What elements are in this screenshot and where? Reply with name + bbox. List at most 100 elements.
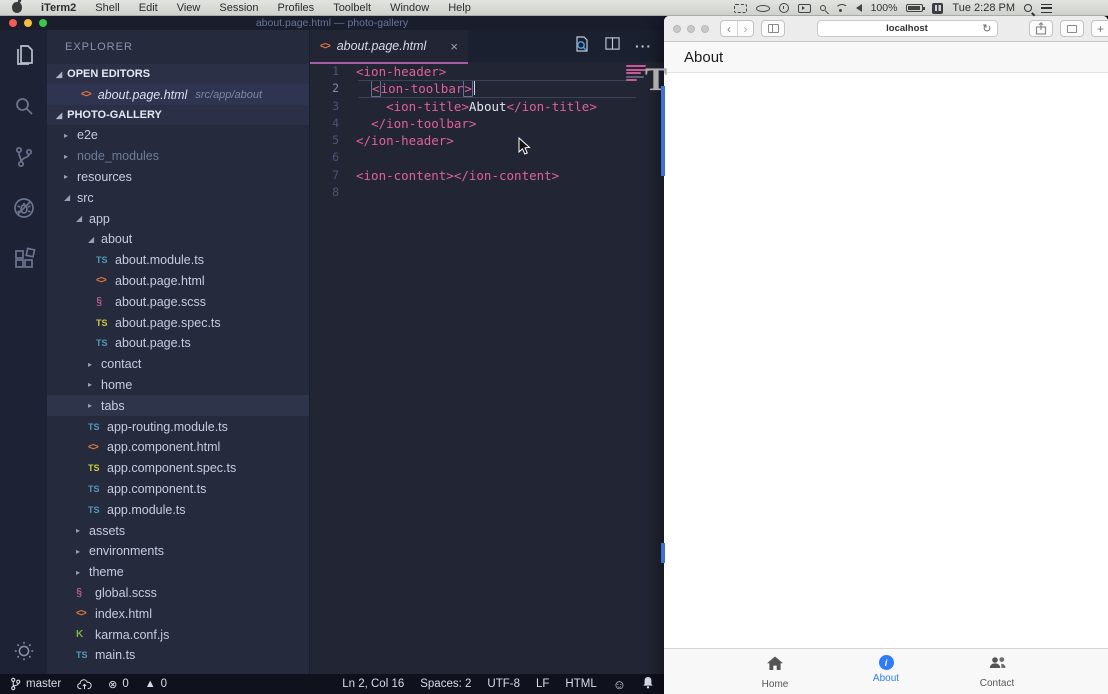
tree-item-global-scss[interactable]: §global.scss [47,583,309,604]
project-section-header[interactable]: ◢ PHOTO-GALLERY [47,105,309,125]
menu-toolbelt[interactable]: Toolbelt [333,2,371,14]
menu-window[interactable]: Window [390,2,429,14]
battery-icon[interactable] [906,4,923,12]
search-icon[interactable] [11,93,37,119]
status-utf-8[interactable]: UTF-8 [487,678,520,690]
error-count[interactable]: ⊗0 [108,678,129,691]
zoom-window-button[interactable] [701,25,709,33]
code-line-3[interactable]: 3 <ion-title>About</ion-title> [310,98,664,115]
time-machine-icon[interactable] [779,3,789,13]
notification-center-icon[interactable] [1041,4,1052,13]
minimize-window-button[interactable] [687,25,695,33]
menu-view[interactable]: View [177,2,201,14]
tree-item-node-modules[interactable]: ▸node_modules [47,146,309,167]
tree-item-assets[interactable]: ▸assets [47,520,309,541]
split-editor-icon[interactable] [605,36,620,56]
tree-item-e2e[interactable]: ▸e2e [47,125,309,146]
tree-item-app-component-spec-ts[interactable]: TSapp.component.spec.ts [47,458,309,479]
tab-overview-button[interactable] [1060,20,1084,37]
tree-item-about-page-spec-ts[interactable]: TSabout.page.spec.ts [47,312,309,333]
tree-item-app[interactable]: ◢app [47,208,309,229]
tree-item-about-page-ts[interactable]: TSabout.page.ts [47,333,309,354]
menu-session[interactable]: Session [219,2,258,14]
code-line-2[interactable]: 2 <ion-toolbar> [310,80,664,97]
menubar-clock[interactable]: Tue 2:28 PM [952,2,1015,14]
status-spaces-2[interactable]: Spaces: 2 [420,678,471,690]
ionic-tab-home[interactable]: Home [730,655,820,690]
menu-profiles[interactable]: Profiles [278,2,315,14]
open-editors-header[interactable]: ◢ OPEN EDITORS [47,64,309,84]
tree-item-src[interactable]: ◢src [47,187,309,208]
sidebar-toggle-button[interactable] [761,20,785,37]
status-ln-2-col-16[interactable]: Ln 2, Col 16 [342,678,404,690]
tab-about-page-html[interactable]: <> about.page.html × [310,30,468,62]
feedback-smiley-icon[interactable]: ☺ [613,677,626,692]
explorer-icon[interactable] [11,42,37,68]
vscode-titlebar[interactable]: about.page.html — photo-gallery [0,16,664,30]
code-line-1[interactable]: 1<ion-header> [310,63,664,80]
keychain-icon[interactable] [820,5,826,11]
refresh-icon[interactable]: ↻ [982,22,991,35]
open-preview-icon[interactable] [574,36,590,57]
input-source-icon[interactable] [932,3,943,14]
code-editor[interactable]: 1<ion-header>2 <ion-toolbar>3 <ion-title… [310,62,664,674]
forward-button[interactable]: › [737,21,753,36]
tree-item-about[interactable]: ◢about [47,229,309,250]
tree-item-about-module-ts[interactable]: TSabout.module.ts [47,250,309,271]
status-lf[interactable]: LF [536,678,549,690]
debug-icon[interactable] [11,195,37,221]
tree-item-resources[interactable]: ▸resources [47,167,309,188]
tree-item-app-component-html[interactable]: <>app.component.html [47,437,309,458]
back-button[interactable]: ‹ [721,21,737,36]
share-button[interactable] [1029,20,1053,37]
menu-iterm2[interactable]: iTerm2 [41,2,76,14]
tree-item-main-ts[interactable]: TSmain.ts [47,645,309,666]
more-actions-icon[interactable]: ··· [635,38,652,54]
tree-item-theme[interactable]: ▸theme [47,562,309,583]
tree-item-about-page-html[interactable]: <>about.page.html [47,271,309,292]
code-line-6[interactable]: 6 [310,149,664,166]
glasses-icon[interactable] [756,5,770,12]
tree-item-home[interactable]: ▸home [47,375,309,396]
tree-item-label: main.ts [95,648,135,662]
code-line-5[interactable]: 5</ion-header> [310,132,664,149]
code-line-7[interactable]: 7<ion-content></ion-content> [310,167,664,184]
extensions-icon[interactable] [11,246,37,272]
tree-item-label: tabs [101,399,125,413]
code-line-8[interactable]: 8 [310,184,664,201]
tree-item-app-module-ts[interactable]: TSapp.module.ts [47,499,309,520]
source-control-icon[interactable] [11,144,37,170]
ionic-tab-contact[interactable]: Contact [952,655,1042,689]
tree-item-environments[interactable]: ▸environments [47,541,309,562]
apple-menu-icon[interactable] [12,2,22,13]
ionic-tab-about[interactable]: iAbout [841,655,931,684]
menu-shell[interactable]: Shell [95,2,119,14]
tree-item-label: karma.conf.js [95,628,169,642]
wifi-icon[interactable] [835,4,847,13]
git-branch-indicator[interactable]: master [10,677,61,691]
tree-item-karma-conf-js[interactable]: Kkarma.conf.js [47,624,309,645]
close-window-button[interactable] [673,25,681,33]
spotlight-icon[interactable] [1024,4,1032,12]
tree-item-about-page-scss[interactable]: §about.page.scss [47,291,309,312]
status-html[interactable]: HTML [565,678,596,690]
tab-close-icon[interactable]: × [450,40,458,53]
tree-item-app-routing-module-ts[interactable]: TSapp-routing.module.ts [47,416,309,437]
address-bar[interactable]: localhost ↻ [817,20,998,37]
new-tab-button[interactable]: + [1091,20,1108,37]
tree-item-app-component-ts[interactable]: TSapp.component.ts [47,479,309,500]
code-line-4[interactable]: 4 </ion-toolbar> [310,115,664,132]
tree-item-index-html[interactable]: <>index.html [47,603,309,624]
volume-icon[interactable] [856,4,862,12]
warning-count[interactable]: ▲0 [145,678,167,690]
tree-item-contact[interactable]: ▸contact [47,354,309,375]
menu-edit[interactable]: Edit [139,2,158,14]
display-icon[interactable] [798,4,811,13]
tree-item-tabs[interactable]: ▸tabs [47,395,309,416]
open-editor-about-page-html[interactable]: <> about.page.html src/app/about [47,84,309,105]
sync-indicator[interactable] [77,679,92,690]
settings-gear-icon[interactable] [0,640,47,662]
menu-help[interactable]: Help [448,2,471,14]
screen-record-icon[interactable] [734,4,747,13]
notifications-bell-icon[interactable] [642,676,654,692]
